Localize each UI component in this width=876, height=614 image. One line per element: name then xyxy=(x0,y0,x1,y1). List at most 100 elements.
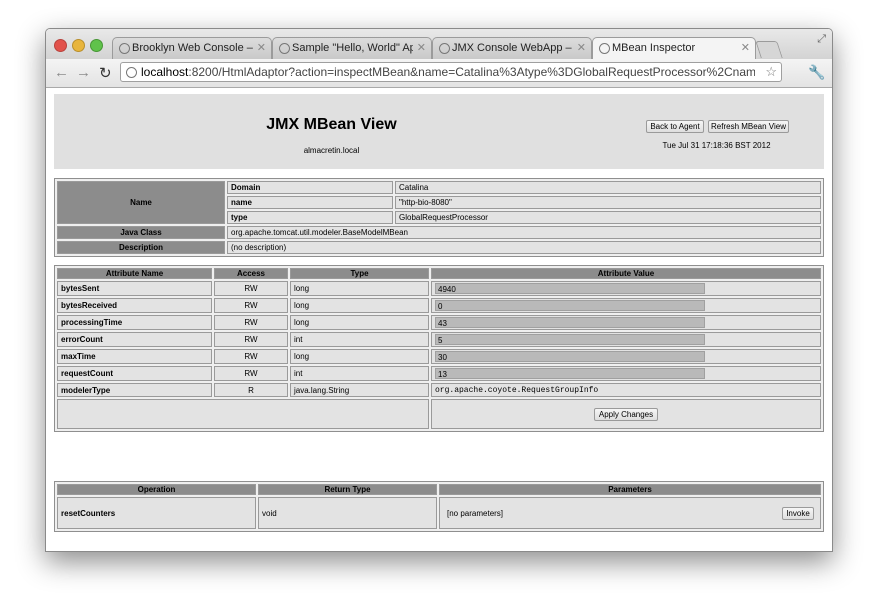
prop-value: Catalina xyxy=(395,181,821,194)
attribute-type: java.lang.String xyxy=(290,383,429,397)
description-value: (no description) xyxy=(227,241,821,254)
prop-key: name xyxy=(227,196,393,209)
fullscreen-icon[interactable]: ⤢ xyxy=(817,33,826,46)
refresh-mbean-view-button[interactable]: Refresh MBean View xyxy=(708,120,789,133)
attribute-type: long xyxy=(290,349,429,364)
column-header: Return Type xyxy=(258,484,437,495)
name-label: Name xyxy=(57,181,225,224)
tab-close-icon[interactable]: ✕ xyxy=(257,41,266,54)
column-header: Type xyxy=(290,268,429,279)
globe-icon xyxy=(599,43,610,54)
request-count-input[interactable]: 13 xyxy=(435,368,705,379)
attribute-name: requestCount xyxy=(57,366,212,381)
prop-key: Domain xyxy=(227,181,393,194)
table-row: resetCounters void [no parameters] Invok… xyxy=(57,497,821,529)
url-text: localhost:8200/HtmlAdaptor?action=inspec… xyxy=(141,65,755,79)
table-header-row: Operation Return Type Parameters xyxy=(57,484,821,495)
mbean-info-table: Name Domain Catalina name "http-bio-8080… xyxy=(54,178,824,257)
minimize-window-button[interactable] xyxy=(72,39,85,52)
back-to-agent-button[interactable]: Back to Agent xyxy=(646,120,704,133)
attribute-value-cell: 43 xyxy=(431,315,821,330)
table-row: Name Domain Catalina xyxy=(57,181,821,224)
attribute-name: errorCount xyxy=(57,332,212,347)
attribute-access: RW xyxy=(214,366,288,381)
header-panel: JMX MBean View almacretin.local Back to … xyxy=(54,94,824,169)
bytes-received-input[interactable]: 0 xyxy=(435,300,705,311)
back-arrow-icon[interactable]: ← xyxy=(54,64,69,81)
new-tab-button[interactable] xyxy=(755,41,783,58)
zoom-window-button[interactable] xyxy=(90,39,103,52)
max-time-input[interactable]: 30 xyxy=(435,351,705,362)
attribute-name: bytesReceived xyxy=(57,298,212,313)
attribute-name: processingTime xyxy=(57,315,212,330)
attribute-value-cell: 13 xyxy=(431,366,821,381)
column-header: Parameters xyxy=(439,484,821,495)
globe-icon xyxy=(279,43,290,54)
forward-arrow-icon[interactable]: → xyxy=(76,64,91,81)
empty-cell xyxy=(57,399,429,429)
browser-window: Brooklyn Web Console – Det… ✕ Sample "He… xyxy=(45,28,833,552)
timestamp: Tue Jul 31 17:18:36 BST 2012 xyxy=(662,141,771,150)
apply-cell: Apply Changes xyxy=(431,399,821,429)
java-class-label: Java Class xyxy=(57,226,225,239)
attribute-access: RW xyxy=(214,298,288,313)
column-header: Access xyxy=(214,268,288,279)
attribute-access: RW xyxy=(214,349,288,364)
attribute-value-cell: 4940 xyxy=(431,281,821,296)
error-count-input[interactable]: 5 xyxy=(435,334,705,345)
prop-key: type xyxy=(227,211,393,224)
attribute-type: int xyxy=(290,366,429,381)
globe-icon xyxy=(119,43,130,54)
close-window-button[interactable] xyxy=(54,39,67,52)
attribute-type: int xyxy=(290,332,429,347)
table-row: Java Class org.apache.tomcat.util.modele… xyxy=(57,226,821,239)
table-row: maxTime RW long 30 xyxy=(57,349,821,364)
tab-close-icon[interactable]: ✕ xyxy=(741,41,750,54)
attribute-type: long xyxy=(290,298,429,313)
attribute-type: long xyxy=(290,281,429,296)
description-label: Description xyxy=(57,241,225,254)
apply-row: Apply Changes xyxy=(57,399,821,429)
globe-icon xyxy=(126,67,137,78)
tab-mbean-inspector[interactable]: MBean Inspector ✕ xyxy=(592,37,756,60)
invoke-button[interactable]: Invoke xyxy=(782,507,814,520)
tab-jmx-console[interactable]: JMX Console WebApp – alma… ✕ xyxy=(432,37,592,59)
attribute-access: RW xyxy=(214,315,288,330)
apply-changes-button[interactable]: Apply Changes xyxy=(593,407,659,421)
table-row: bytesReceived RW long 0 xyxy=(57,298,821,313)
operation-name: resetCounters xyxy=(57,497,256,529)
prop-value: "http-bio-8080" xyxy=(395,196,821,209)
table-row: modelerType R java.lang.String org.apach… xyxy=(57,383,821,397)
table-row: errorCount RW int 5 xyxy=(57,332,821,347)
column-header: Attribute Name xyxy=(57,268,212,279)
modeler-type-value: org.apache.coyote.RequestGroupInfo xyxy=(431,383,821,397)
wrench-icon[interactable]: 🔧 xyxy=(808,64,825,81)
bytes-sent-input[interactable]: 4940 xyxy=(435,283,705,294)
globe-icon xyxy=(439,43,450,54)
attribute-type: long xyxy=(290,315,429,330)
reload-icon[interactable]: ↻ xyxy=(99,64,112,82)
tab-brooklyn-console[interactable]: Brooklyn Web Console – Det… ✕ xyxy=(112,37,272,59)
prop-value: GlobalRequestProcessor xyxy=(395,211,821,224)
bookmark-star-icon[interactable]: ☆ xyxy=(765,64,777,80)
attribute-name: modelerType xyxy=(57,383,212,397)
attribute-access: RW xyxy=(214,332,288,347)
attribute-name: maxTime xyxy=(57,349,212,364)
processing-time-input[interactable]: 43 xyxy=(435,317,705,328)
operation-params: [no parameters] xyxy=(447,508,504,518)
tab-close-icon[interactable]: ✕ xyxy=(417,41,426,54)
browser-toolbar: ← → ↻ localhost:8200/HtmlAdaptor?action=… xyxy=(46,59,832,88)
attribute-access: R xyxy=(214,383,288,397)
address-bar[interactable]: localhost:8200/HtmlAdaptor?action=inspec… xyxy=(120,62,782,82)
tab-close-icon[interactable]: ✕ xyxy=(577,41,586,54)
column-header: Operation xyxy=(57,484,256,495)
table-row: requestCount RW int 13 xyxy=(57,366,821,381)
attribute-value-cell: 30 xyxy=(431,349,821,364)
operation-params-cell: [no parameters] Invoke xyxy=(439,497,821,529)
tab-hello-world[interactable]: Sample "Hello, World" Applic… ✕ xyxy=(272,37,432,59)
table-row: bytesSent RW long 4940 xyxy=(57,281,821,296)
operation-return-type: void xyxy=(258,497,437,529)
column-header: Attribute Value xyxy=(431,268,821,279)
table-row: processingTime RW long 43 xyxy=(57,315,821,330)
attribute-access: RW xyxy=(214,281,288,296)
